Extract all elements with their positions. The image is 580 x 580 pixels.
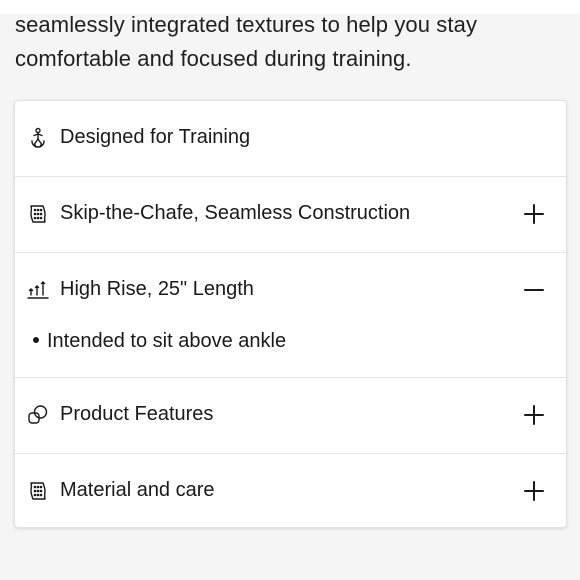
accordion-item-material-and-care[interactable]: Material and care [15,454,566,527]
fabric-icon [27,203,49,225]
accordion-item-high-rise[interactable]: High Rise, 25" Length Intended to sit ab… [15,253,566,378]
accordion-label: Designed for Training [60,126,251,148]
collapse-minus-icon[interactable] [522,278,546,302]
athlete-icon [27,127,49,149]
detail-text: Intended to sit above ankle [47,330,287,352]
accordion-detail-item: Intended to sit above ankle [33,330,286,353]
accordion-label: High Rise, 25" Length [60,278,254,300]
features-icon [27,404,49,426]
accordion-item-designed-for-training: Designed for Training [15,101,566,177]
product-details-accordion: Designed for Training Skip-the-Chafe, Se… [14,100,567,528]
expand-plus-icon[interactable] [522,479,546,503]
bullet-icon [33,336,39,343]
accordion-label: Product Features [60,403,214,425]
description-line: seamlessly integrated textures to help y… [15,12,478,37]
expand-plus-icon[interactable] [522,403,546,427]
accordion-item-product-features[interactable]: Product Features [15,378,566,454]
description-line: comfortable and focused during training. [15,46,412,71]
accordion-label: Skip-the-Chafe, Seamless Construction [60,202,411,224]
rise-length-icon [27,279,49,301]
accordion-label: Material and care [60,479,215,501]
fabric-icon [27,480,49,502]
product-description: seamlessly integrated textures to help y… [15,8,575,76]
expand-plus-icon[interactable] [522,202,546,226]
accordion-item-skip-the-chafe[interactable]: Skip-the-Chafe, Seamless Construction [15,177,566,253]
